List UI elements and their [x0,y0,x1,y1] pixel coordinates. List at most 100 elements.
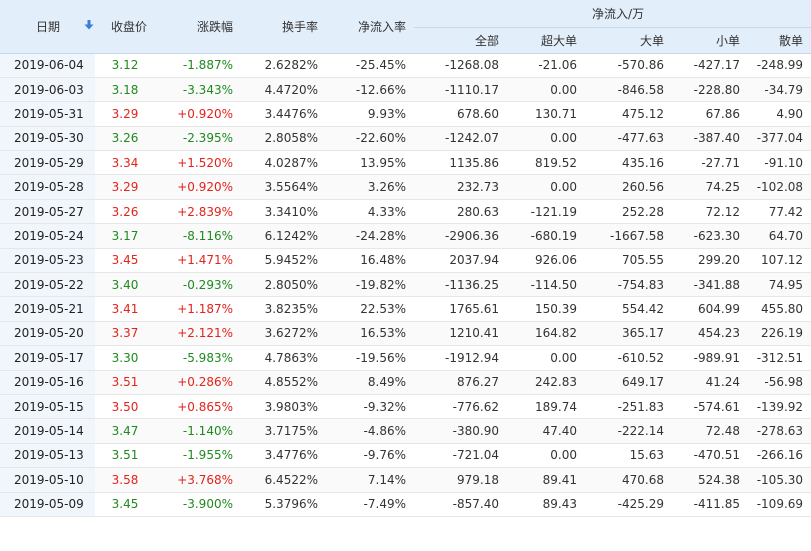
row-net-retail: -105.30 [748,467,811,493]
table-row[interactable]: 2019-05-20 3.37 +2.121% 3.6272% 16.53% 1210.4… [0,321,811,347]
row-change-pct: -2.395% [155,126,241,152]
table-row[interactable]: 2019-05-30 3.26 -2.395% 2.8058% -22.60% -1242… [0,126,811,152]
row-net-small: 454.23 [672,321,748,347]
row-net-all: 280.63 [414,199,507,225]
row-close-price: 3.47 [95,418,155,444]
row-turnover: 3.4776% [241,443,326,469]
row-turnover: 4.7863% [241,345,326,371]
row-net-xlarge: 819.52 [507,150,585,176]
table-row[interactable]: 2019-05-21 3.41 +1.187% 3.8235% 22.53% 1765.6… [0,296,811,322]
row-date: 2019-05-10 [0,467,95,493]
row-net-large: 470.68 [585,467,672,493]
row-net-small: 74.25 [672,174,748,200]
row-change-pct: +0.920% [155,174,241,200]
fund-flow-table: 日期 收盘价 涨跌幅 换手率 净流入率 净流入/万 全部 超大单 大单 小单 散… [0,0,811,517]
table-row[interactable]: 2019-05-24 3.17 -8.116% 6.1242% -24.28% -2906… [0,223,811,249]
row-net-xlarge: -114.50 [507,272,585,298]
header-date[interactable]: 日期 [0,0,95,54]
table-row[interactable]: 2019-05-31 3.29 +0.920% 3.4476% 9.93% 678.60 1… [0,101,811,127]
table-row[interactable]: 2019-05-16 3.51 +0.286% 4.8552% 8.49% 876.27 2… [0,370,811,395]
header-large[interactable]: 大单 [585,27,672,54]
row-net-rate: -25.45% [326,53,414,78]
row-close-price: 3.29 [95,101,155,127]
row-net-rate: 3.26% [326,174,414,200]
row-net-rate: 7.14% [326,467,414,493]
header-net-rate[interactable]: 净流入率 [326,0,414,54]
row-net-all: -721.04 [414,443,507,469]
table-row[interactable]: 2019-05-22 3.40 -0.293% 2.8050% -19.82% -1136… [0,272,811,298]
table-row[interactable]: 2019-05-09 3.45 -3.900% 5.3796% -7.49% -857.4… [0,492,811,517]
header-net-flow-group: 净流入/万 [414,0,811,28]
row-net-small: -387.40 [672,126,748,152]
row-net-small: 604.99 [672,296,748,322]
row-net-xlarge: 242.83 [507,370,585,395]
row-net-all: 232.73 [414,174,507,200]
table-row[interactable]: 2019-05-10 3.58 +3.768% 6.4522% 7.14% 979.18 8… [0,467,811,493]
row-net-xlarge: 89.43 [507,492,585,517]
header-retail[interactable]: 散单 [748,27,811,54]
row-change-pct: +1.471% [155,248,241,274]
row-date: 2019-05-29 [0,150,95,176]
row-net-rate: 16.48% [326,248,414,274]
row-net-all: -776.62 [414,394,507,420]
table-row[interactable]: 2019-05-27 3.26 +2.839% 3.3410% 4.33% 280.63-… [0,199,811,225]
header-turnover[interactable]: 换手率 [241,0,326,54]
header-all[interactable]: 全部 [414,27,507,54]
sort-desc-icon[interactable] [84,19,94,33]
row-turnover: 3.9803% [241,394,326,420]
table-row[interactable]: 2019-06-04 3.12 -1.887% 2.6282% -25.45% -1268… [0,53,811,78]
row-change-pct: -8.116% [155,223,241,249]
row-net-small: -341.88 [672,272,748,298]
row-turnover: 3.6272% [241,321,326,347]
row-date: 2019-05-13 [0,443,95,469]
row-net-all: -857.40 [414,492,507,517]
row-close-price: 3.50 [95,394,155,420]
row-turnover: 6.4522% [241,467,326,493]
table-row[interactable]: 2019-05-29 3.34 +1.520% 4.0287% 13.95% 1135.8… [0,150,811,176]
row-change-pct: +0.865% [155,394,241,420]
row-net-small: -427.17 [672,53,748,78]
row-change-pct: +3.768% [155,467,241,493]
row-net-small: 72.48 [672,418,748,444]
table-row[interactable]: 2019-05-13 3.51 -1.955% 3.4776% -9.76% -721.0… [0,443,811,469]
row-net-small: 41.24 [672,370,748,395]
row-net-small: -27.71 [672,150,748,176]
row-net-rate: -9.76% [326,443,414,469]
row-net-xlarge: -121.19 [507,199,585,225]
row-net-rate: 4.33% [326,199,414,225]
table-row[interactable]: 2019-05-17 3.30 -5.983% 4.7863% -19.56% -1912… [0,345,811,371]
table-row[interactable]: 2019-06-03 3.18 -3.343% 4.4720% -12.66% -1110… [0,77,811,103]
row-net-rate: -19.56% [326,345,414,371]
row-net-large: 649.17 [585,370,672,395]
header-turnover-label: 换手率 [281,19,318,34]
row-net-xlarge: -680.19 [507,223,585,249]
table-row[interactable]: 2019-05-23 3.45 +1.471% 5.9452% 16.48% 2037.9… [0,248,811,274]
row-turnover: 3.8235% [241,296,326,322]
row-change-pct: -3.343% [155,77,241,103]
row-close-price: 3.12 [95,53,155,78]
table-row[interactable]: 2019-05-14 3.47 -1.140% 3.7175% -4.86% -380.9… [0,418,811,444]
row-close-price: 3.41 [95,296,155,322]
header-xlarge[interactable]: 超大单 [507,27,585,54]
row-net-large: 365.17 [585,321,672,347]
header-change-label: 涨跌幅 [196,19,233,34]
row-net-all: -1242.07 [414,126,507,152]
row-net-all: -1268.08 [414,53,507,78]
row-close-price: 3.51 [95,370,155,395]
header-small[interactable]: 小单 [672,27,748,54]
row-net-large: 435.16 [585,150,672,176]
header-close[interactable]: 收盘价 [95,0,155,54]
table-body: 2019-06-04 3.12 -1.887% 2.6282% -25.45% -1268… [0,53,811,517]
table-row[interactable]: 2019-05-28 3.29 +0.920% 3.5564% 3.26% 232.73 0… [0,174,811,200]
header-date-label: 日期 [36,19,61,34]
header-net-rate-label: 净流入率 [357,19,406,34]
row-net-all: -1912.94 [414,345,507,371]
row-net-rate: 13.95% [326,150,414,176]
row-net-retail: -56.98 [748,370,811,395]
row-close-price: 3.34 [95,150,155,176]
header-change[interactable]: 涨跌幅 [155,0,241,54]
row-date: 2019-05-22 [0,272,95,298]
row-net-retail: -109.69 [748,492,811,517]
table-row[interactable]: 2019-05-15 3.50 +0.865% 3.9803% -9.32% -776.6… [0,394,811,420]
row-net-retail: 4.90 [748,101,811,127]
